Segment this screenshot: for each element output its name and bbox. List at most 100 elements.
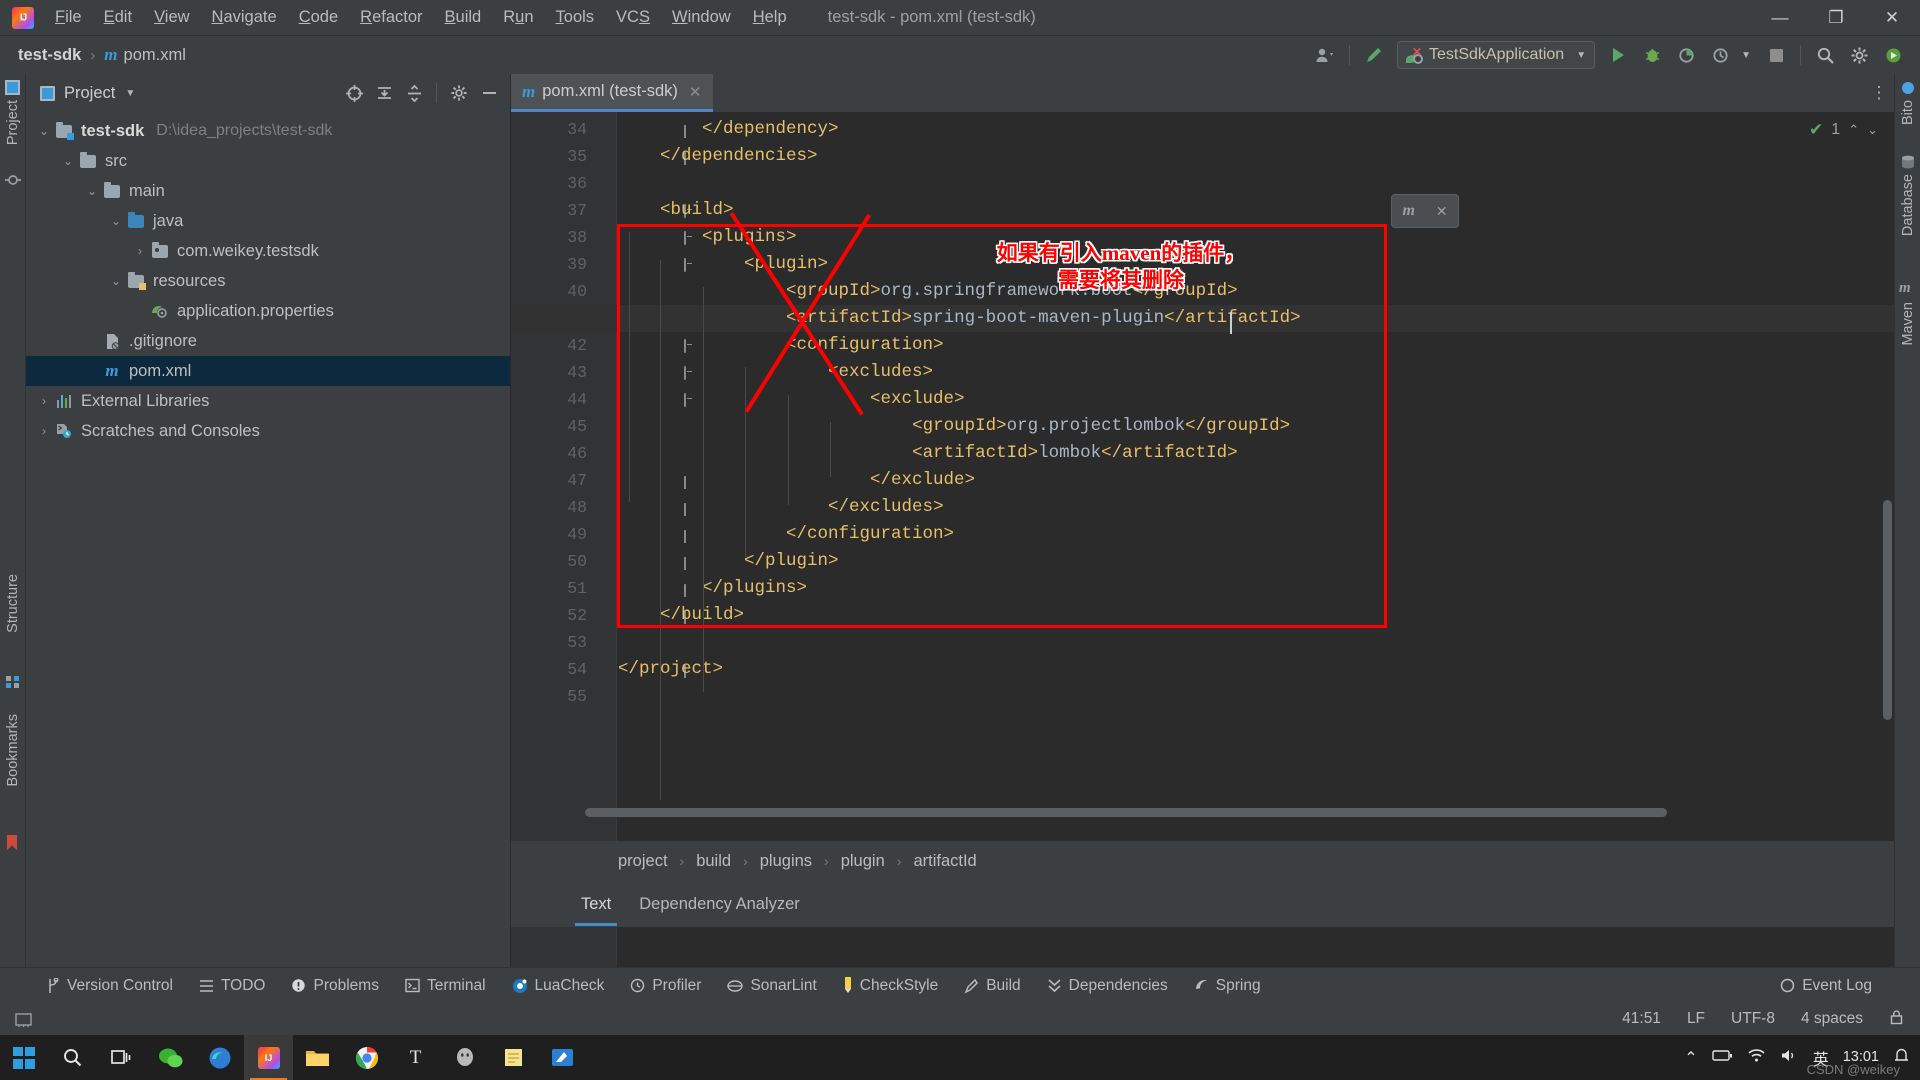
tree-twistie[interactable]: › <box>130 244 150 258</box>
project-stripe-icon[interactable] <box>5 80 21 96</box>
taskbar-intellij-icon[interactable]: IJ <box>244 1035 293 1080</box>
taskbar-chrome-icon[interactable] <box>342 1035 391 1080</box>
tool-window-build[interactable]: Build <box>964 977 1021 995</box>
chevron-up-icon[interactable]: ⌃ <box>1684 1048 1697 1068</box>
breadcrumb-plugin[interactable]: plugin <box>841 852 885 871</box>
menu-item-tools[interactable]: Tools <box>545 5 606 30</box>
expand-all-icon[interactable] <box>369 79 399 107</box>
menu-item-code[interactable]: Code <box>288 5 349 30</box>
taskbar-notepad-icon[interactable] <box>489 1035 538 1080</box>
user-icon[interactable] <box>1308 40 1342 70</box>
tool-window-problems[interactable]: Problems <box>291 977 379 995</box>
editor-tab-pom-xml[interactable]: m pom.xml (test-sdk) ✕ <box>511 74 713 112</box>
stripe-label-bookmarks[interactable]: Bookmarks <box>5 714 21 787</box>
breadcrumb-project[interactable]: project <box>618 852 668 871</box>
tool-window-luacheck[interactable]: LuaCheck <box>512 977 604 995</box>
profile-icon[interactable] <box>1703 40 1737 70</box>
taskbar-editor-icon[interactable] <box>538 1035 587 1080</box>
stripe-label-database[interactable]: Database <box>1900 174 1916 236</box>
close-icon[interactable]: ✕ <box>689 83 702 101</box>
lock-icon[interactable] <box>1889 1009 1904 1030</box>
taskbar-typora-icon[interactable]: T <box>391 1035 440 1080</box>
tree-node-main[interactable]: ⌄ main <box>26 176 510 206</box>
nav-project-name[interactable]: test-sdk <box>18 46 81 65</box>
tree-twistie[interactable]: ⌄ <box>82 184 102 198</box>
tree-node-application-properties[interactable]: application.properties <box>26 296 510 326</box>
collapse-all-icon[interactable] <box>399 79 429 107</box>
stop-icon[interactable] <box>1759 40 1793 70</box>
breadcrumb-build[interactable]: build <box>696 852 731 871</box>
editor-view-tab-text[interactable]: Text <box>567 883 625 926</box>
stripe-label-maven[interactable]: Maven <box>1900 302 1916 346</box>
maximize-button[interactable]: ❐ <box>1808 0 1864 36</box>
menu-item-run[interactable]: Run <box>492 5 544 30</box>
taskbar-task-view-icon[interactable] <box>97 1035 146 1080</box>
tool-window-dependencies[interactable]: Dependencies <box>1047 977 1168 995</box>
tree-node-scratches-and-consoles[interactable]: › Scratches and Consoles <box>26 416 510 446</box>
tool-window-profiler[interactable]: Profiler <box>630 977 701 995</box>
taskbar-qq-icon[interactable] <box>440 1035 489 1080</box>
database-stripe-icon[interactable] <box>1900 154 1916 170</box>
nav-file-name[interactable]: pom.xml <box>124 46 186 65</box>
indent-setting[interactable]: 4 spaces <box>1801 1010 1863 1028</box>
coverage-icon[interactable] <box>1669 40 1703 70</box>
tool-window-event-log[interactable]: Event Log <box>1780 977 1872 995</box>
commit-stripe-icon[interactable] <box>5 172 21 188</box>
tree-twistie[interactable]: › <box>34 424 54 438</box>
tree-node-resources[interactable]: ⌄ resources <box>26 266 510 296</box>
stripe-label-bito[interactable]: Bito <box>1900 100 1916 125</box>
taskbar-wechat-icon[interactable] <box>146 1035 195 1080</box>
taskbar-search-icon[interactable] <box>48 1035 97 1080</box>
menu-item-vcs[interactable]: VCS <box>605 5 661 30</box>
menu-item-navigate[interactable]: Navigate <box>201 5 288 30</box>
caret-position[interactable]: 41:51 <box>1622 1010 1661 1028</box>
file-encoding[interactable]: UTF-8 <box>1731 1010 1775 1028</box>
tree-twistie[interactable]: ⌄ <box>58 154 78 168</box>
select-opened-file-icon[interactable] <box>339 79 369 107</box>
tree-twistie[interactable]: ⌄ <box>34 124 54 138</box>
taskbar-file-explorer-icon[interactable] <box>293 1035 342 1080</box>
tool-window-spring[interactable]: Spring <box>1194 977 1261 995</box>
profile-chevron-icon[interactable]: ▼ <box>1741 50 1751 61</box>
tree-node--gitignore[interactable]: .gitignore <box>26 326 510 356</box>
hide-panel-icon[interactable] <box>474 79 504 107</box>
bito-stripe-icon[interactable] <box>1900 80 1916 96</box>
stripe-label-project[interactable]: Project <box>5 100 21 145</box>
menu-item-help[interactable]: Help <box>742 5 798 30</box>
tree-node-external-libraries[interactable]: › External Libraries <box>26 386 510 416</box>
tree-twistie[interactable]: › <box>34 394 54 408</box>
stripe-label-structure[interactable]: Structure <box>5 574 21 633</box>
menu-item-file[interactable]: File <box>44 5 93 30</box>
tree-twistie[interactable]: ⌄ <box>106 274 126 288</box>
breadcrumb-plugins[interactable]: plugins <box>760 852 812 871</box>
updates-icon[interactable] <box>1876 40 1910 70</box>
tool-window-todo[interactable]: TODO <box>199 977 265 995</box>
debug-icon[interactable] <box>1635 40 1669 70</box>
breadcrumb-artifactId[interactable]: artifactId <box>913 852 976 871</box>
vertical-scrollbar[interactable] <box>1883 500 1892 720</box>
tool-window-terminal[interactable]: Terminal <box>405 977 486 995</box>
run-icon[interactable] <box>1601 40 1635 70</box>
menu-item-window[interactable]: Window <box>661 5 742 30</box>
horizontal-scrollbar[interactable] <box>585 808 1667 817</box>
battery-icon[interactable] <box>1711 1049 1733 1067</box>
tool-window-version-control[interactable]: Version Control <box>46 977 173 995</box>
run-configuration-selector[interactable]: ✕ TestSdkApplication ▼ <box>1397 41 1596 69</box>
search-icon[interactable] <box>1808 40 1842 70</box>
chevron-down-icon[interactable]: ▼ <box>125 88 135 99</box>
editor-view-tab-dependency-analyzer[interactable]: Dependency Analyzer <box>625 883 814 926</box>
structure-stripe-icon[interactable] <box>5 674 21 690</box>
tree-node-src[interactable]: ⌄ src <box>26 146 510 176</box>
tree-node-java[interactable]: ⌄ java <box>26 206 510 236</box>
taskbar-edge-icon[interactable] <box>195 1035 244 1080</box>
menu-item-edit[interactable]: Edit <box>93 5 143 30</box>
menu-item-view[interactable]: View <box>143 5 200 30</box>
tool-window-checkstyle[interactable]: CheckStyle <box>843 977 938 995</box>
minimize-button[interactable]: — <box>1752 0 1808 36</box>
tool-window-sonarlint[interactable]: SonarLint <box>727 977 817 995</box>
start-button[interactable] <box>0 1035 48 1080</box>
tree-twistie[interactable]: ⌄ <box>106 214 126 228</box>
settings-icon[interactable] <box>1842 40 1876 70</box>
line-separator[interactable]: LF <box>1687 1010 1705 1028</box>
menu-item-build[interactable]: Build <box>434 5 493 30</box>
